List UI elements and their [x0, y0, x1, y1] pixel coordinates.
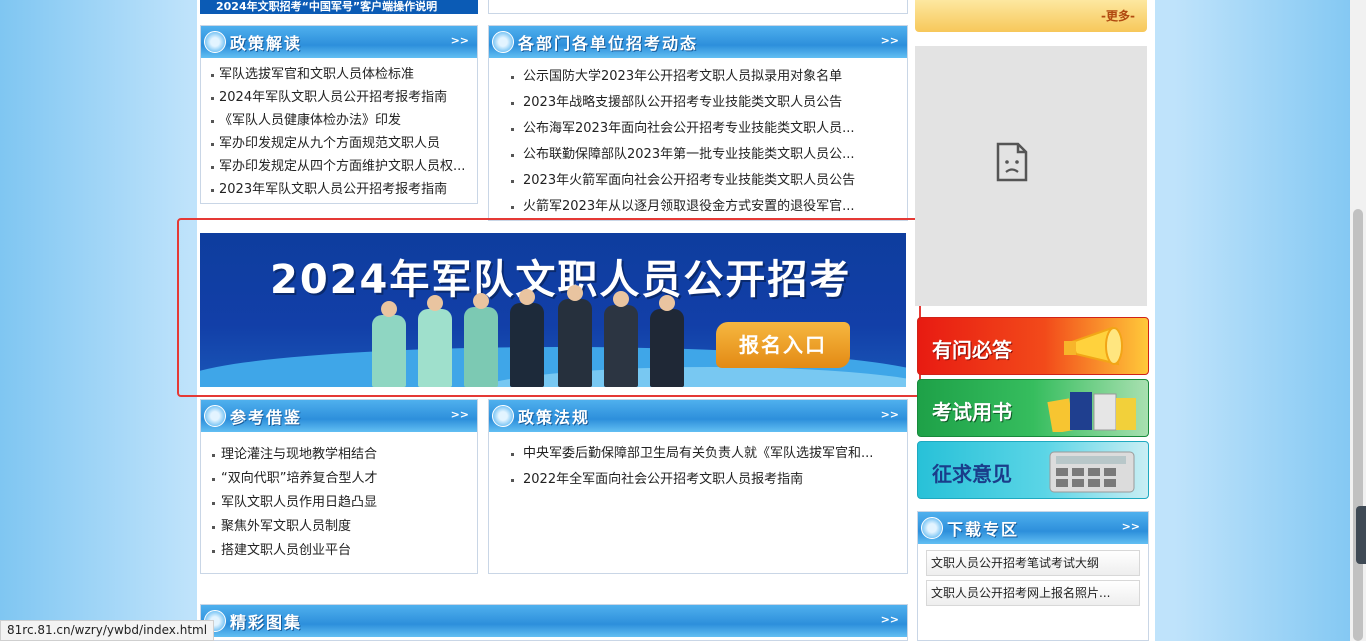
panel-header: 各部门各单位招考动态 >> [489, 26, 907, 58]
list-item[interactable]: 2023年战略支援部队公开招考专业技能类文职人员公告 [489, 90, 907, 116]
recruitment-banner[interactable]: 2024年军队文职人员公开招考 报名入口 [200, 233, 906, 387]
list-item[interactable]: 军办印发规定从四个方面维护文职人员权... [201, 155, 477, 178]
panel-header: 政策法规 >> [489, 400, 907, 432]
regulations-panel: 政策法规 >> 中央军委后勤保障部卫生局有关负责人就《军队选拔军官和... 20… [488, 399, 908, 574]
button-label: 考试用书 [932, 400, 1012, 424]
books-icon [1047, 392, 1136, 432]
panel-header: 参考借鉴 >> [201, 400, 477, 432]
panel-more-link[interactable]: >> [881, 34, 899, 47]
megaphone-icon [1064, 326, 1123, 366]
dept-news-panel: 各部门各单位招考动态 >> 公示国防大学2023年公开招考文职人员拟录用对象名单… [488, 25, 908, 221]
signup-entry-button[interactable]: 报名入口 [716, 322, 850, 368]
section-emblem-icon [204, 405, 226, 427]
section-emblem-icon [921, 517, 943, 539]
panel-title: 参考借鉴 [230, 408, 303, 427]
solicit-opinion-button[interactable]: 征求意见 [917, 441, 1149, 499]
button-label: 有问必答 [932, 338, 1012, 362]
download-item[interactable]: 文职人员公开招考网上报名照片... [926, 580, 1140, 606]
panel-header: 下载专区 >> [918, 512, 1148, 544]
section-emblem-icon [204, 31, 226, 53]
list-item[interactable]: “双向代职”培养复合型人才 [201, 467, 477, 491]
soldiers-illustration [372, 285, 692, 387]
broken-image-icon [996, 142, 1028, 182]
section-emblem-icon [492, 31, 514, 53]
list-item[interactable]: 火箭军2023年从以逐月领取退役金方式安置的退役军官... [489, 194, 907, 220]
list-item[interactable]: 中央军委后勤保障部卫生局有关负责人就《军队选拔军官和... [489, 441, 907, 467]
top-notice-link[interactable]: 2024年文职招考“中国军号”客户端操作说明 [200, 0, 478, 14]
news-list: 军队选拔军官和文职人员体检标准 2024年军队文职人员公开招考报考指南 《军队人… [201, 63, 477, 201]
downloads-panel: 下载专区 >> 文职人员公开招考笔试考试大纲 文职人员公开招考网上报名照片... [917, 511, 1149, 641]
ask-answer-button[interactable]: 有问必答 [917, 317, 1149, 375]
exam-books-button[interactable]: 考试用书 [917, 379, 1149, 437]
policy-read-panel: 政策解读 >> 军队选拔军官和文职人员体检标准 2024年军队文职人员公开招考报… [200, 25, 478, 204]
list-item[interactable]: 聚焦外军文职人员制度 [201, 515, 477, 539]
panel-title: 精彩图集 [230, 613, 303, 632]
list-item[interactable]: 理论灌注与现地教学相结合 [201, 443, 477, 467]
panel-title: 各部门各单位招考动态 [518, 34, 699, 53]
panel-more-link[interactable]: >> [881, 408, 899, 421]
scrollbar-thumb[interactable] [1353, 209, 1363, 641]
panel-more-link[interactable]: >> [1122, 520, 1140, 533]
list-item[interactable]: 2024年军队文职人员公开招考报考指南 [201, 86, 477, 109]
panel-title: 政策解读 [230, 34, 303, 53]
list-item[interactable]: 2023年军队文职人员公开招考报考指南 [201, 178, 477, 201]
list-item[interactable]: 公示国防大学2023年公开招考文职人员拟录用对象名单 [489, 64, 907, 90]
download-item[interactable]: 文职人员公开招考笔试考试大纲 [926, 550, 1140, 576]
top-news-box [488, 0, 908, 14]
news-list: 中央军委后勤保障部卫生局有关负责人就《军队选拔军官和... 2022年全军面向社… [489, 441, 907, 493]
list-item[interactable]: 2022年全军面向社会公开招考文职人员报考指南 [489, 467, 907, 493]
panel-more-link[interactable]: >> [881, 613, 899, 626]
floating-side-widget[interactable] [1356, 506, 1366, 564]
panel-title: 下载专区 [947, 520, 1020, 539]
panel-title: 政策法规 [518, 408, 591, 427]
news-list: 公示国防大学2023年公开招考文职人员拟录用对象名单 2023年战略支援部队公开… [489, 64, 907, 220]
button-label: 征求意见 [932, 462, 1012, 486]
reference-panel: 参考借鉴 >> 理论灌注与现地教学相结合 “双向代职”培养复合型人才 军队文职人… [200, 399, 478, 574]
news-list: 理论灌注与现地教学相结合 “双向代职”培养复合型人才 军队文职人员作用日趋凸显 … [201, 443, 477, 563]
calculator-icon [1049, 451, 1135, 493]
list-item[interactable]: 公布海军2023年面向社会公开招考专业技能类文职人员... [489, 116, 907, 142]
panel-header: 精彩图集 >> [201, 605, 907, 637]
panel-more-link[interactable]: >> [451, 34, 469, 47]
list-item[interactable]: 军队选拔军官和文职人员体检标准 [201, 63, 477, 86]
panel-more-link[interactable]: >> [451, 408, 469, 421]
list-item[interactable]: 《军队人员健康体检办法》印发 [201, 109, 477, 132]
panel-header: 政策解读 >> [201, 26, 477, 58]
list-item[interactable]: 军队文职人员作用日趋凸显 [201, 491, 477, 515]
gallery-panel: 精彩图集 >> [200, 604, 908, 641]
image-placeholder [915, 46, 1147, 306]
status-bar-url: 81rc.81.cn/wzry/ywbd/index.html [0, 620, 215, 641]
top-more-box: -更多- [915, 0, 1147, 32]
list-item[interactable]: 2023年火箭军面向社会公开招考专业技能类文职人员公告 [489, 168, 907, 194]
section-emblem-icon [492, 405, 514, 427]
list-item[interactable]: 公布联勤保障部队2023年第一批专业技能类文职人员公... [489, 142, 907, 168]
list-item[interactable]: 搭建文职人员创业平台 [201, 539, 477, 563]
list-item[interactable]: 军办印发规定从九个方面规范文职人员 [201, 132, 477, 155]
more-link[interactable]: -更多- [1101, 7, 1135, 24]
